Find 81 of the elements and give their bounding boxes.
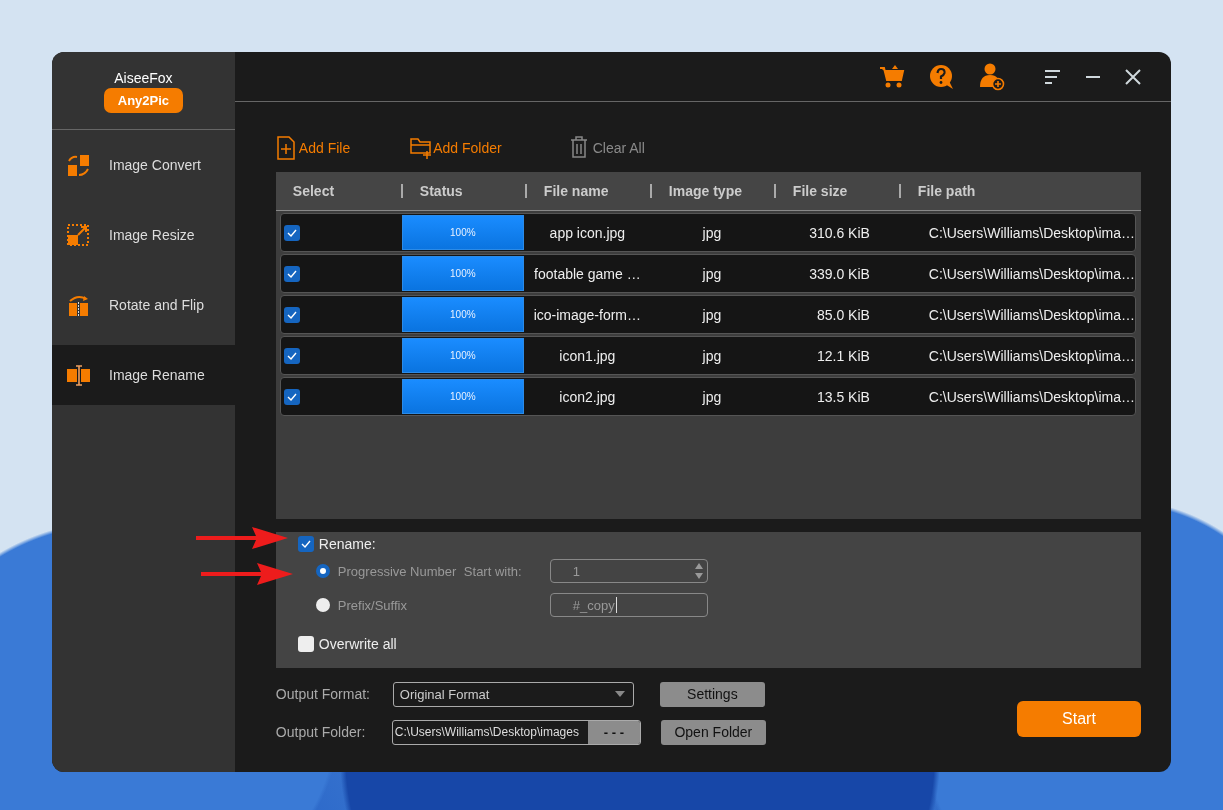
file-name: icon1.jpg bbox=[559, 347, 616, 364]
sidebar-item[interactable]: Image Rename bbox=[52, 345, 235, 405]
open-folder-button[interactable]: Open Folder bbox=[660, 719, 766, 745]
sidebar-item[interactable]: Image Convert bbox=[52, 130, 235, 200]
check-icon bbox=[286, 228, 297, 237]
add-folder-icon bbox=[410, 136, 433, 160]
file-size: 310.6 KiB bbox=[809, 224, 870, 241]
file-path: C:\Users\Williams\Desktop\ima… bbox=[928, 265, 1135, 282]
checkbox[interactable] bbox=[283, 388, 300, 405]
check-icon bbox=[286, 351, 297, 360]
toolbar-button[interactable]: Add Folder bbox=[410, 136, 502, 160]
progress-label: 100% bbox=[450, 309, 476, 320]
checkbox-label: Rename: bbox=[318, 536, 376, 552]
rename-icon bbox=[66, 362, 91, 388]
column-header: File name bbox=[543, 183, 609, 199]
help-icon[interactable] bbox=[929, 63, 955, 90]
user-add-icon[interactable] bbox=[979, 62, 1005, 91]
checkbox[interactable] bbox=[283, 224, 300, 241]
file-path: C:\Users\Williams\Desktop\ima… bbox=[928, 388, 1135, 405]
caret-icon bbox=[614, 691, 625, 697]
radio-button[interactable] bbox=[315, 598, 330, 612]
file-size: 12.1 KiB bbox=[816, 347, 870, 364]
sidebar-item[interactable]: Image Resize bbox=[52, 200, 235, 270]
field-label: Output Folder: bbox=[275, 724, 367, 740]
table-row[interactable]: 100% icon1.jpg jpg 12.1 KiB C:\Users\Williams\Desktop\ima… bbox=[279, 336, 1136, 375]
progress-label: 100% bbox=[450, 268, 476, 279]
column-header: File size bbox=[792, 183, 848, 199]
table-row[interactable]: 100% app icon.jpg jpg 310.6 KiB C:\Users\Williams\Desktop\ima… bbox=[279, 213, 1136, 252]
field-label: Start with: bbox=[463, 563, 523, 579]
table-row[interactable]: 100% ico-image-form… jpg 85.0 KiB C:\Users\Williams\Desktop\ima… bbox=[279, 295, 1136, 334]
file-path: C:\Users\Williams\Desktop\ima… bbox=[928, 347, 1135, 364]
file-path: C:\Users\Williams\Desktop\ima… bbox=[928, 224, 1135, 241]
file-size: 85.0 KiB bbox=[816, 306, 870, 323]
check-icon bbox=[286, 269, 297, 278]
toolbar-button[interactable]: Add File bbox=[275, 136, 351, 160]
column-header: Image type bbox=[668, 183, 742, 199]
image-type: jpg bbox=[702, 224, 722, 241]
sidebar-item[interactable]: Rotate and Flip bbox=[52, 270, 235, 340]
table-row[interactable]: 100% icon2.jpg jpg 13.5 KiB C:\Users\Williams\Desktop\ima… bbox=[279, 377, 1136, 416]
checkbox[interactable] bbox=[297, 636, 314, 652]
brand-name: AiseeFox bbox=[114, 70, 173, 86]
check-icon bbox=[300, 540, 311, 548]
spinner-arrows-icon bbox=[693, 562, 704, 580]
radio-button[interactable] bbox=[315, 564, 330, 578]
check-icon bbox=[286, 310, 297, 319]
file-name: app icon.jpg bbox=[549, 224, 626, 241]
table-row[interactable]: 100% footable game … jpg 339.0 KiB C:\Users\Williams\Desktop\ima… bbox=[279, 254, 1136, 293]
image-type: jpg bbox=[702, 388, 722, 405]
product-badge: Any2Pic bbox=[103, 88, 184, 113]
close-icon[interactable] bbox=[1125, 68, 1141, 85]
file-size: 13.5 KiB bbox=[816, 388, 870, 405]
file-name: footable game … bbox=[534, 265, 641, 282]
column-header: File path bbox=[917, 183, 976, 199]
add-file-icon bbox=[275, 136, 298, 160]
radio-label: Prefix/Suffix bbox=[337, 597, 408, 613]
column-header: Status bbox=[419, 183, 463, 199]
settings-button[interactable]: Settings bbox=[659, 681, 765, 707]
convert-icon bbox=[66, 152, 91, 178]
checkbox[interactable] bbox=[283, 347, 300, 364]
progress-label: 100% bbox=[450, 350, 476, 361]
field-label: Output Format: bbox=[275, 686, 371, 702]
checkbox[interactable] bbox=[283, 265, 300, 282]
cart-icon[interactable] bbox=[879, 64, 905, 89]
file-path: C:\Users\Williams\Desktop\ima… bbox=[928, 306, 1135, 323]
progress-label: 100% bbox=[450, 227, 476, 238]
image-type: jpg bbox=[702, 347, 722, 364]
progress-label: 100% bbox=[450, 391, 476, 402]
radio-label: Progressive Number bbox=[337, 563, 458, 579]
column-header: Select bbox=[292, 183, 335, 199]
file-name: icon2.jpg bbox=[559, 388, 616, 405]
menu-icon[interactable] bbox=[1045, 69, 1061, 84]
resize-icon bbox=[66, 222, 91, 248]
format-dropdown[interactable]: Original Format bbox=[392, 681, 634, 707]
checkbox-label: Overwrite all bbox=[318, 636, 397, 652]
check-icon bbox=[286, 392, 297, 401]
file-size: 339.0 KiB bbox=[809, 265, 870, 282]
image-type: jpg bbox=[702, 306, 722, 323]
checkbox[interactable] bbox=[283, 306, 300, 323]
image-type: jpg bbox=[702, 265, 722, 282]
checkbox[interactable] bbox=[297, 536, 314, 552]
file-name: ico-image-form… bbox=[533, 306, 642, 323]
